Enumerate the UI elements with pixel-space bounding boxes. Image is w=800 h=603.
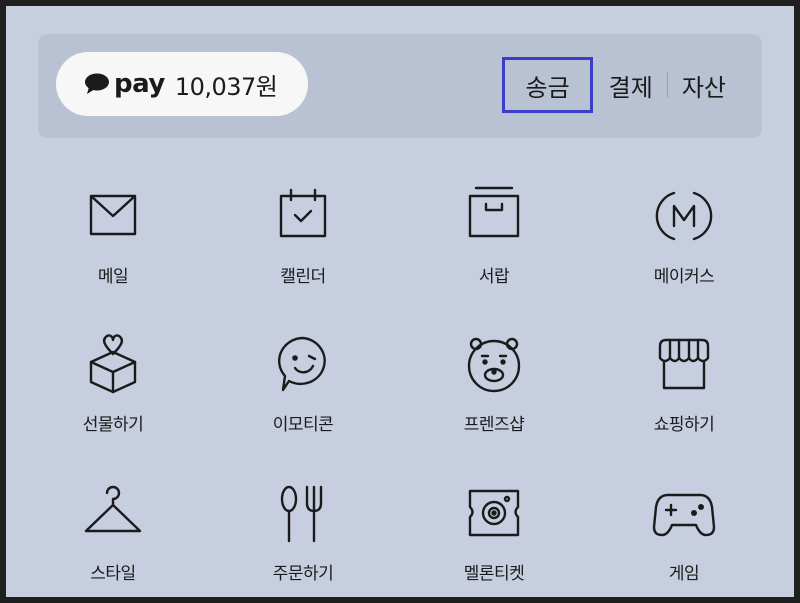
ticket-icon: [468, 489, 520, 537]
pay-brand: pay: [114, 69, 165, 99]
service-label: 프렌즈샵: [463, 415, 525, 435]
service-label: 이모티콘: [272, 415, 334, 435]
payment-button[interactable]: 결제: [599, 57, 663, 113]
service-drawer[interactable]: 서랍: [404, 182, 584, 322]
service-calendar[interactable]: 캘린더: [213, 182, 393, 322]
service-label: 선물하기: [82, 415, 144, 435]
gamepad-icon: [652, 493, 716, 537]
mail-icon: [89, 194, 137, 236]
service-label: 캘린더: [280, 267, 326, 287]
app-frame: pay 10,037원 송금 결제 자산 메일 캘린더 서랍 메이커스 선물하기…: [6, 6, 794, 597]
service-label: 게임: [668, 564, 700, 584]
service-label: 서랍: [478, 267, 510, 287]
fork-knife-icon: [280, 485, 323, 543]
service-label: 스타일: [90, 564, 136, 584]
divider: [666, 72, 668, 98]
service-makers[interactable]: 메이커스: [594, 182, 774, 322]
pay-balance: 10,037원: [174, 72, 278, 101]
service-label: 메이커스: [653, 267, 715, 287]
emoticon-icon: [278, 336, 326, 392]
pay-bar: pay 10,037원 송금 결제 자산: [38, 34, 762, 138]
hanger-icon: [84, 485, 142, 533]
assets-button[interactable]: 자산: [672, 57, 736, 113]
service-order[interactable]: 주문하기: [213, 479, 393, 597]
drawer-icon: [468, 186, 520, 238]
service-label: 주문하기: [272, 564, 334, 584]
service-style[interactable]: 스타일: [23, 479, 203, 597]
service-friends-shop[interactable]: 프렌즈샵: [404, 330, 584, 470]
service-melon-ticket[interactable]: 멜론티켓: [404, 479, 584, 597]
calendar-icon: [279, 188, 327, 238]
service-label: 멜론티켓: [463, 564, 525, 584]
service-gift[interactable]: 선물하기: [23, 330, 203, 470]
service-mail[interactable]: 메일: [23, 182, 203, 322]
speech-bubble-icon: [85, 73, 109, 94]
service-label: 쇼핑하기: [653, 415, 715, 435]
transfer-button[interactable]: 송금: [502, 57, 593, 113]
store-icon: [658, 338, 710, 390]
service-shopping[interactable]: 쇼핑하기: [594, 330, 774, 470]
gift-icon: [89, 334, 137, 394]
pay-actions: 송금 결제 자산: [502, 56, 736, 114]
makers-icon: [655, 191, 713, 241]
pay-balance-pill[interactable]: pay 10,037원: [56, 52, 308, 116]
service-game[interactable]: 게임: [594, 479, 774, 597]
friends-shop-icon: [467, 337, 521, 393]
service-emoticon[interactable]: 이모티콘: [213, 330, 393, 470]
service-label: 메일: [97, 267, 129, 287]
